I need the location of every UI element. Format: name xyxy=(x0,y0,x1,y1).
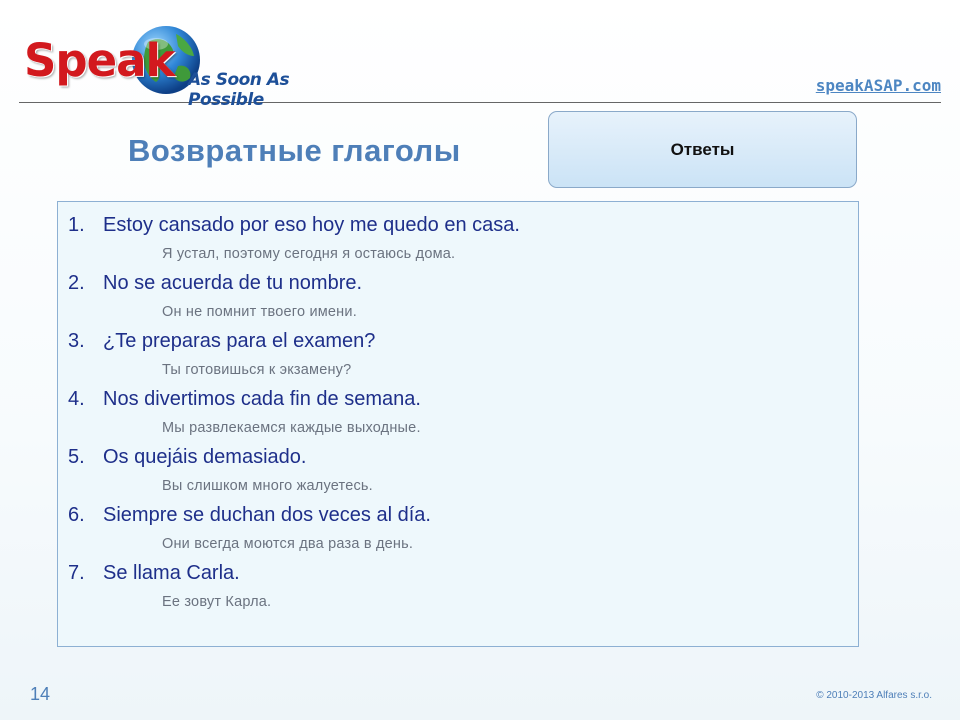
list-item: 3. ¿Te preparas para el examen? Ты готови… xyxy=(68,327,858,385)
spanish-sentence: Estoy cansado por eso hoy me quedo en ca… xyxy=(103,214,520,236)
russian-translation: Мы развлекаемся каждые выходные. xyxy=(162,420,421,436)
logo-speak-text: Speak xyxy=(24,34,175,87)
slide-number: 14 xyxy=(30,684,51,704)
header-divider xyxy=(19,102,941,103)
spanish-sentence: Nos divertimos cada fin de semana. xyxy=(103,388,421,410)
list-item: 5. Os quejáis demasiado. Вы слишком много… xyxy=(68,443,858,501)
russian-translation: Он не помнит твоего имени. xyxy=(162,304,357,320)
list-item: 7. Se llama Carla. Ее зовут Карла. xyxy=(68,559,858,617)
spanish-sentence: Siempre se duchan dos veces al día. xyxy=(103,504,431,526)
list-item: 1. Estoy cansado por eso hoy me quedo en … xyxy=(68,211,858,269)
item-number: 1. xyxy=(68,214,85,236)
list-item: 4. Nos divertimos cada fin de semana. Мы … xyxy=(68,385,858,443)
item-number: 2. xyxy=(68,272,85,294)
exercise-panel: 1. Estoy cansado por eso hoy me quedo en … xyxy=(57,201,859,647)
list-item: 2. No se acuerda de tu nombre. Он не помн… xyxy=(68,269,858,327)
list-item: 6. Siempre se duchan dos veces al día. Он… xyxy=(68,501,858,559)
item-number: 5. xyxy=(68,446,85,468)
spanish-sentence: No se acuerda de tu nombre. xyxy=(103,272,363,294)
russian-translation: Ее зовут Карла. xyxy=(162,594,272,610)
speakasap-logo: Speak As Soon As Possible xyxy=(24,20,364,110)
answers-button[interactable]: Ответы xyxy=(548,111,857,188)
site-link[interactable]: speakASAP.com xyxy=(816,76,941,95)
russian-translation: Они всегда моются два раза в день. xyxy=(162,536,414,552)
item-number: 3. xyxy=(68,330,85,352)
item-number: 6. xyxy=(68,504,85,526)
page-title: Возвратные глаголы xyxy=(128,133,461,168)
spanish-sentence: Os quejáis demasiado. xyxy=(103,446,307,468)
russian-translation: Я устал, поэтому сегодня я остаюсь дома. xyxy=(162,246,456,262)
item-number: 7. xyxy=(68,562,85,584)
russian-translation: Вы слишком много жалуетесь. xyxy=(162,478,373,494)
logo-tagline: As Soon As Possible xyxy=(188,70,290,110)
spanish-sentence: Se llama Carla. xyxy=(103,562,240,584)
copyright-notice: © 2010-2013 Alfares s.r.o. xyxy=(816,690,932,701)
item-number: 4. xyxy=(68,388,85,410)
spanish-sentence: ¿Te preparas para el examen? xyxy=(103,330,376,352)
russian-translation: Ты готовишься к экзамену? xyxy=(162,362,352,378)
